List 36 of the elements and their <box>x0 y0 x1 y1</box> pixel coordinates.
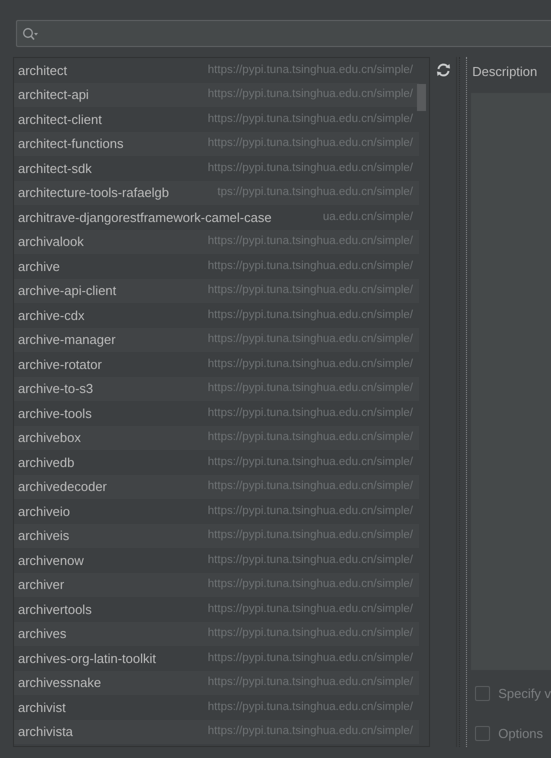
scrollbar-thumb[interactable] <box>417 84 426 111</box>
search-icon <box>22 26 39 40</box>
package-name: archivenow <box>18 552 84 570</box>
option-label: Specify v <box>498 685 551 703</box>
package-name: archive-rotator <box>18 356 102 374</box>
package-name: architecture-tools-rafaelgb <box>18 184 170 202</box>
package-name: architect-functions <box>18 135 124 153</box>
package-name: archivist <box>18 698 66 716</box>
checkbox[interactable] <box>475 686 490 702</box>
package-name: archivebox <box>18 429 81 447</box>
package-name: archives-org-latin-toolkit <box>18 650 156 668</box>
package-name: archive-to-s3 <box>18 380 94 398</box>
package-name: archive <box>18 258 60 276</box>
package-name: archivedb <box>18 454 74 472</box>
package-name: archivista <box>18 723 73 741</box>
package-name: architect-sdk <box>18 160 92 178</box>
package-name: archivessnake <box>18 674 102 692</box>
package-name: archiveis <box>18 527 70 545</box>
package-name: architrave-djangorestframework-camel-case <box>18 208 272 227</box>
package-name: architect-client <box>18 110 102 128</box>
package-name: archivertools <box>18 600 92 618</box>
checkbox[interactable] <box>475 726 490 741</box>
refresh-icon[interactable] <box>436 63 451 77</box>
package-name: architect <box>18 62 68 80</box>
package-name: archiveio <box>18 502 70 520</box>
package-name: archive-manager <box>18 331 116 349</box>
package-name: archive-tools <box>18 404 92 422</box>
description-title: Description <box>471 63 538 81</box>
package-name: architect-api <box>18 86 89 104</box>
package-name: archives <box>18 625 66 643</box>
package-name: archiver <box>18 576 64 594</box>
package-name: archive-api-client <box>18 282 116 300</box>
package-name: archivedecoder <box>18 478 107 496</box>
package-name: archive-cdx <box>18 306 84 324</box>
option-label: Options <box>498 724 544 743</box>
package-name: archivalook <box>18 233 84 251</box>
